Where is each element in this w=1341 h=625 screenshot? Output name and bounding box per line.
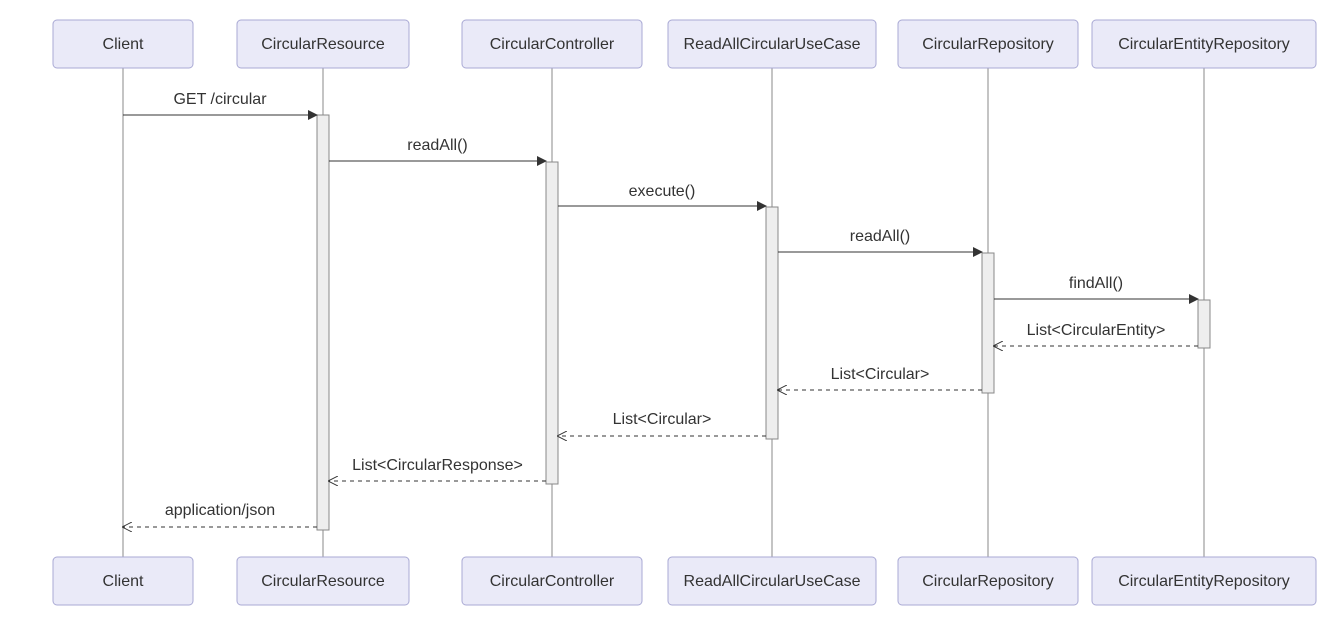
message-label: readAll() (407, 137, 467, 154)
message-label: List<CircularResponse> (352, 457, 523, 474)
message-label: readAll() (850, 228, 910, 245)
activation-entrepo (1198, 300, 1210, 348)
participant-label-resource: CircularResource (261, 573, 385, 590)
message-label: List<Circular> (613, 411, 712, 428)
activation-repo (982, 253, 994, 393)
message-label: List<Circular> (831, 366, 930, 383)
participant-label-repo: CircularRepository (922, 36, 1054, 53)
activation-ctrl (546, 162, 558, 484)
message-label: GET /circular (173, 91, 267, 108)
sequence-diagram: GET /circular readAll() execute() readAll()… (0, 0, 1341, 625)
participant-label-resource: CircularResource (261, 36, 385, 53)
message-label: List<CircularEntity> (1027, 322, 1166, 339)
participant-label-entrepo: CircularEntityRepository (1118, 573, 1290, 590)
message-label: execute() (629, 183, 696, 200)
participant-label-ctrl: CircularController (490, 573, 615, 590)
participant-label-usecase: ReadAllCircularUseCase (684, 36, 861, 53)
activation-usecase (766, 207, 778, 439)
participant-label-client: Client (103, 573, 144, 590)
participant-label-ctrl: CircularController (490, 36, 615, 53)
message-label: application/json (165, 502, 275, 519)
activation-resource (317, 115, 329, 530)
participant-label-usecase: ReadAllCircularUseCase (684, 573, 861, 590)
participant-label-client: Client (103, 36, 144, 53)
participant-label-entrepo: CircularEntityRepository (1118, 36, 1290, 53)
message-label: findAll() (1069, 275, 1123, 292)
participant-label-repo: CircularRepository (922, 573, 1054, 590)
